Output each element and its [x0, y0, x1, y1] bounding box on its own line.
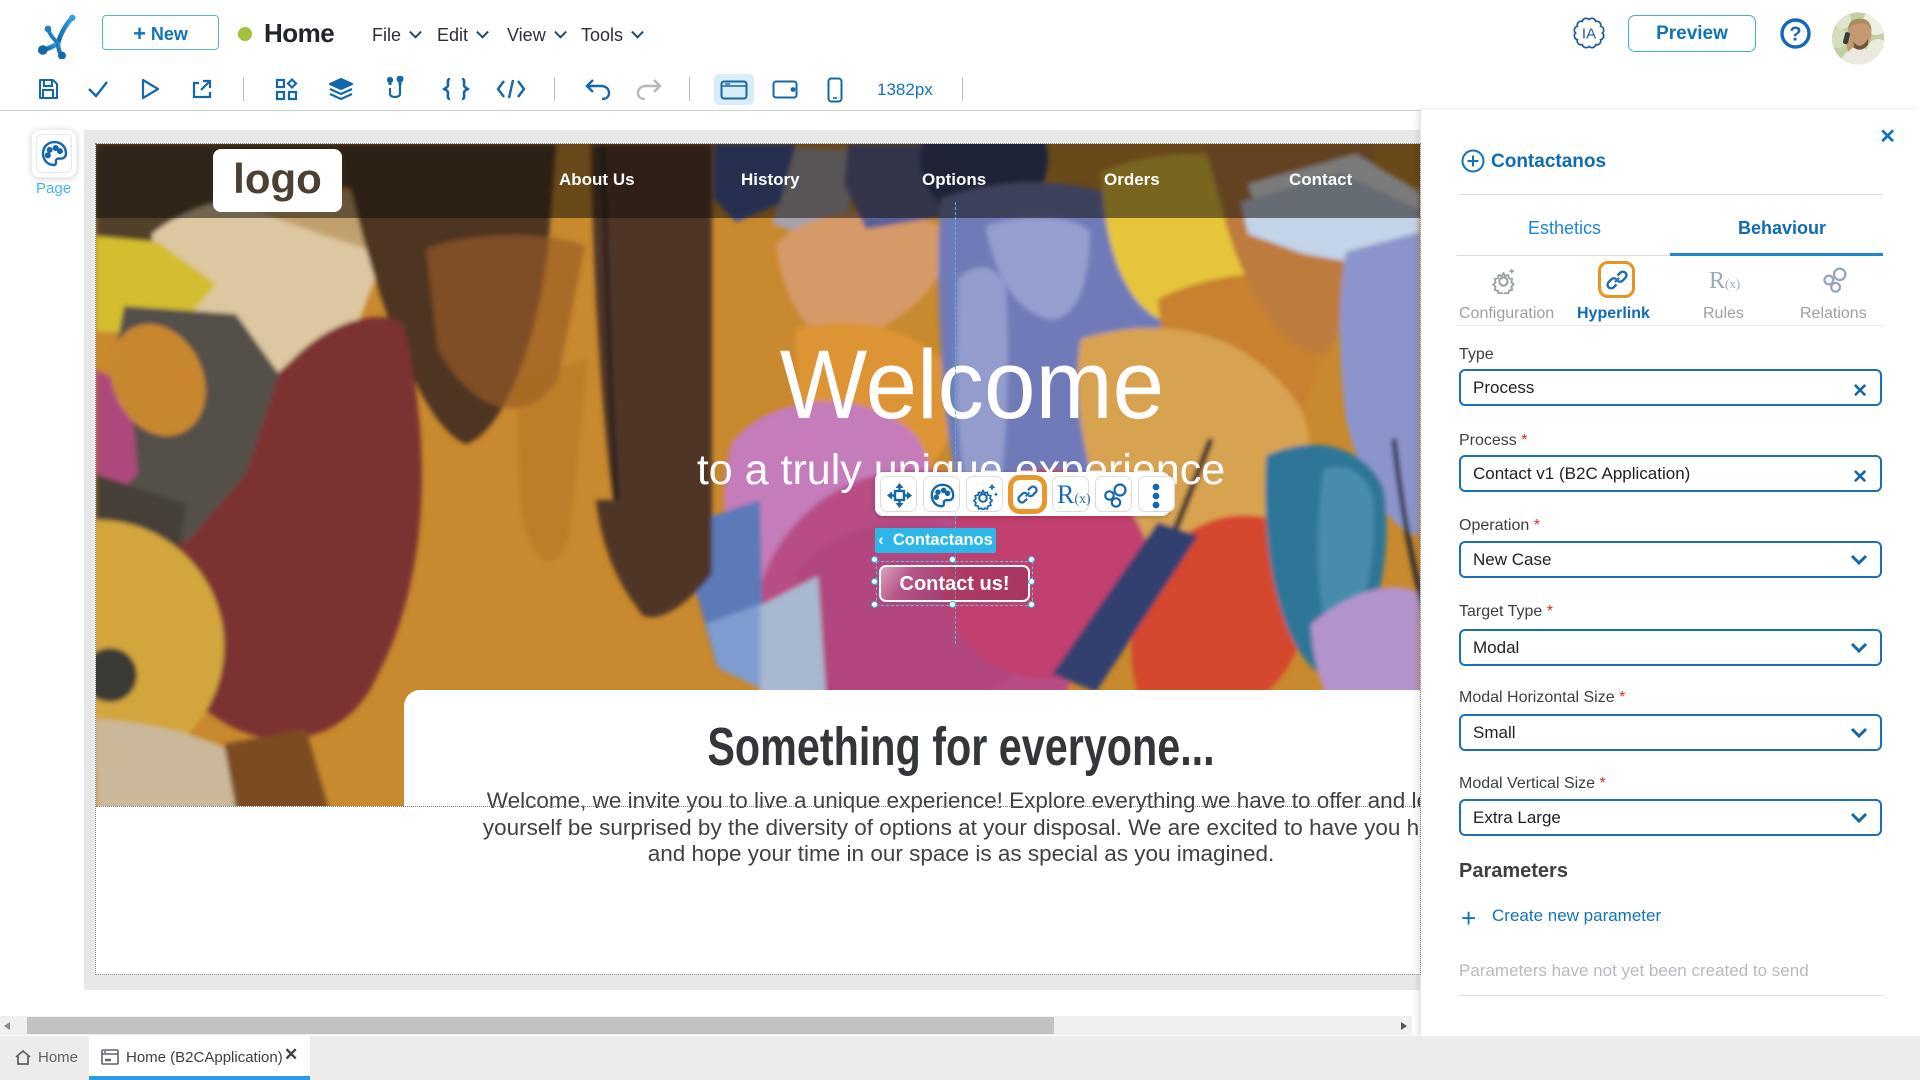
svg-text:?: ?	[1789, 24, 1801, 46]
svg-text:IA: IA	[1582, 26, 1596, 43]
